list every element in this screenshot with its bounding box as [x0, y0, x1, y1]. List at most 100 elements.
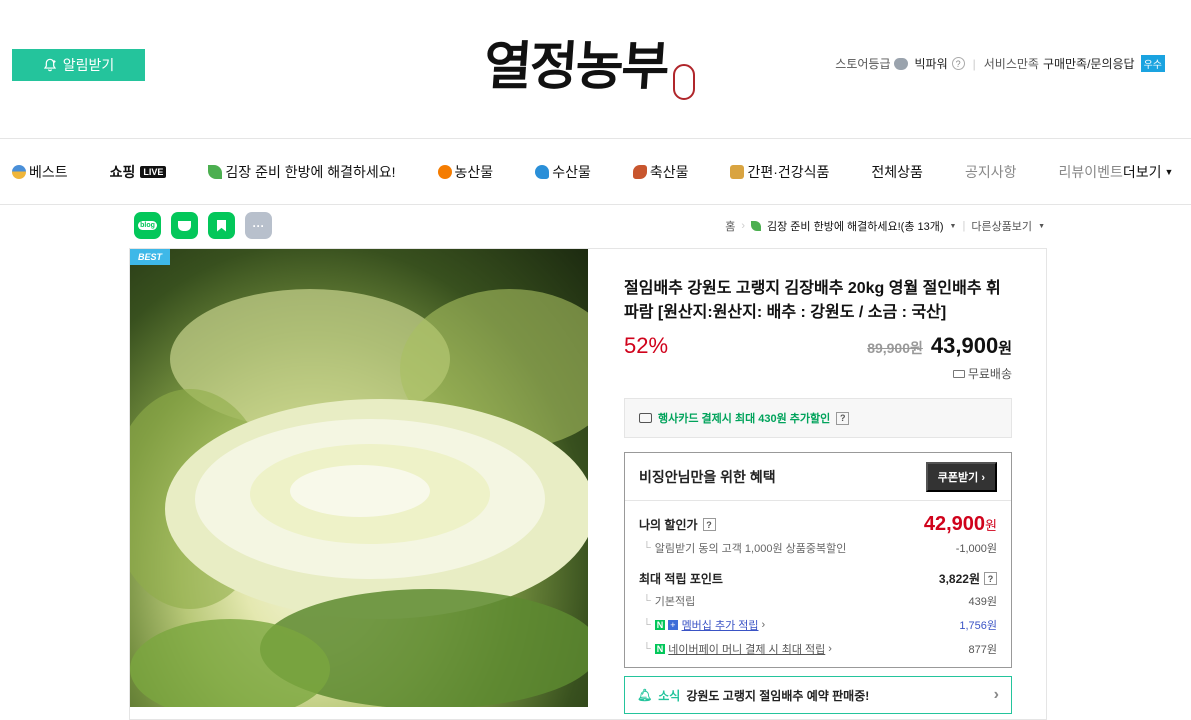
service-value: 구매만족/문의응답 [1042, 57, 1135, 71]
news-tag: 소식 [658, 688, 681, 703]
my-discount-price: 42,900원 [924, 513, 997, 536]
benefit-header: 비징안님만을 위한 혜택 쿠폰받기 › [625, 453, 1011, 501]
cup-icon [178, 220, 191, 231]
help-icon[interactable]: ? [984, 572, 997, 585]
final-price-unit: 원 [998, 340, 1012, 357]
original-price: 89,900원 [867, 340, 923, 356]
help-icon[interactable]: ? [702, 518, 716, 531]
store-logo[interactable]: 열정농부 [481, 28, 699, 106]
news-text: 강원도 고랭지 절임배추 예약 판매중! [686, 688, 870, 703]
coupon-button-label: 쿠폰받기 [937, 471, 979, 484]
nav-item-review-event[interactable]: 리뷰이벤트 [1058, 162, 1122, 182]
my-discount-detail: └ 알림받기 동의 고객 1,000원 상품중복할인 -1,000원 [639, 540, 997, 556]
category-nav: 베스트 쇼핑 LIVE 김장 준비 한방에 해결하세요! 농산물 수산물 축산물… [0, 139, 1191, 205]
membership-point-link[interactable]: 멤버십 추가 적립 [682, 617, 759, 633]
discount-rate: 52% [624, 333, 669, 358]
card-promo-text: 행사카드 결제시 최대 430원 추가할인 [658, 413, 831, 425]
store-header: 알림받기 열정농부 스토어등급 빅파워 ? | 서비스만족 구매만족/문의응답 … [0, 0, 1191, 139]
max-point-value-wrap: 3,822원? [939, 570, 997, 587]
leaf-icon [208, 164, 223, 179]
nav-label: 쇼핑 [109, 163, 136, 180]
plus-icon: + [668, 620, 678, 630]
nav-label: 공지사항 [964, 163, 1017, 180]
store-grade-label: 스토어등급 [835, 57, 891, 71]
nav-item-produce[interactable]: 농산물 [437, 162, 494, 182]
final-price: 43,900원 [931, 333, 1012, 359]
my-discount-row: 나의 할인가? 42,900원 [639, 513, 997, 536]
alarm-button[interactable]: 알림받기 [12, 49, 145, 81]
nav-item-notice[interactable]: 공지사항 [965, 162, 1017, 182]
shipping-label: 무료배송 [967, 367, 1012, 381]
npay-icon: N [654, 644, 666, 654]
bookmark-icon [217, 219, 226, 232]
meat-icon [632, 164, 647, 179]
food-icon [730, 164, 745, 179]
blog-share-button[interactable]: blog [134, 212, 161, 239]
nav-label: 농산물 [454, 163, 494, 180]
max-point-row: 최대 적립 포인트 3,822원? [639, 570, 997, 587]
bookmark-share-button[interactable] [208, 212, 235, 239]
store-info: 스토어등급 빅파워 ? | 서비스만족 구매만족/문의응답 우수 [835, 55, 1165, 72]
nav-item-all-products[interactable]: 전체상품 [871, 162, 923, 182]
other-products-link[interactable]: 다른상품보기 [971, 218, 1032, 234]
nav-item-meat[interactable]: 축산물 [632, 162, 688, 182]
base-point-value: 439원 [968, 596, 997, 608]
nav-item-health-food[interactable]: 간편·건강식품 [730, 162, 829, 182]
price-row: 52% 89,900원 43,900원 [624, 333, 1012, 359]
chevron-right-icon: › [761, 619, 766, 631]
benefit-body: 나의 할인가? 42,900원 └ 알림받기 동의 고객 1,000원 상품중복… [625, 501, 1011, 667]
tree-line-icon: └ [643, 643, 651, 655]
naver-n-icon: N [654, 620, 666, 630]
my-discount-amount: -1,000원 [955, 543, 997, 555]
tree-line-icon: └ [643, 595, 651, 607]
bear-icon [894, 57, 909, 70]
nav-item-kimjang[interactable]: 김장 준비 한방에 해결하세요! [208, 162, 396, 182]
nav-label: 전체상품 [871, 163, 923, 180]
cafe-share-button[interactable] [171, 212, 198, 239]
npay-point-value: 877원 [968, 644, 997, 656]
nav-item-shopping-live[interactable]: 쇼핑 LIVE [110, 162, 167, 182]
npay-point-row: └ N 네이버페이 머니 결제 시 최대 적립 › 877원 [639, 641, 997, 657]
chevron-right-icon: › [828, 643, 832, 655]
nav-label: 리뷰이벤트 [1058, 163, 1123, 180]
orange-icon [437, 164, 452, 179]
help-icon[interactable]: ? [836, 411, 850, 425]
nav-label: 간편·건강식품 [747, 163, 830, 180]
bell-icon: 🔔︎ [637, 688, 653, 702]
nav-more-label: 더보기 [1122, 163, 1162, 180]
live-badge: LIVE [140, 165, 167, 178]
coupon-button[interactable]: 쿠폰받기 › [925, 461, 997, 492]
store-news-banner[interactable]: 🔔︎ 소식 강원도 고랭지 절임배추 예약 판매중! › [624, 676, 1012, 714]
membership-point-value: 1,756원 [959, 620, 997, 632]
npay-point-link[interactable]: 네이버페이 머니 결제 시 최대 적립 [668, 641, 825, 657]
breadcrumb: 홈 › 김장 준비 한방에 해결하세요!(총 13개) ▼ | 다른상품보기 ▼ [725, 218, 1045, 234]
base-point-label: 기본적립 [654, 596, 696, 608]
logo-text: 열정농부 [481, 36, 670, 97]
benefit-box: 비징안님만을 위한 혜택 쿠폰받기 › 나의 할인가? 42,900원 └ 알림… [624, 452, 1012, 668]
breadcrumb-category[interactable]: 김장 준비 한방에 해결하세요!(총 13개) [767, 218, 944, 234]
product-image[interactable]: BEST [130, 249, 588, 707]
breadcrumb-separator: | [962, 220, 966, 232]
logo-seal-icon [673, 64, 695, 100]
nav-label: 수산물 [552, 163, 591, 180]
chevron-right-icon: › [981, 471, 985, 484]
more-share-button[interactable]: ··· [245, 212, 272, 239]
wave-icon [535, 164, 550, 179]
service-badge: 우수 [1140, 55, 1165, 72]
alarm-button-label: 알림받기 [62, 57, 115, 73]
product-title: 절임배추 강원도 고랭지 김장배추 20kg 영월 절인배추 휘파람 [원산지:… [624, 280, 1001, 321]
service-label: 서비스만족 [983, 57, 1039, 71]
breadcrumb-home[interactable]: 홈 [725, 218, 735, 234]
my-discount-note: 알림받기 동의 고객 1,000원 상품중복할인 [654, 543, 847, 555]
benefit-title: 비징안님만을 위한 혜택 [639, 468, 776, 485]
more-icon: ··· [252, 218, 265, 233]
help-icon[interactable]: ? [951, 57, 965, 70]
nav-more-button[interactable]: 더보기 ▼ [1123, 162, 1174, 182]
nav-item-best[interactable]: 베스트 [12, 162, 68, 182]
chevron-right-icon: › [993, 686, 999, 703]
nav-item-seafood[interactable]: 수산물 [535, 162, 591, 182]
my-discount-price-unit: 원 [985, 518, 997, 533]
share-buttons: blog ··· [134, 212, 272, 239]
card-promo-box[interactable]: 행사카드 결제시 최대 430원 추가할인 ? [624, 398, 1012, 438]
max-point-label: 최대 적립 포인트 [639, 572, 723, 586]
